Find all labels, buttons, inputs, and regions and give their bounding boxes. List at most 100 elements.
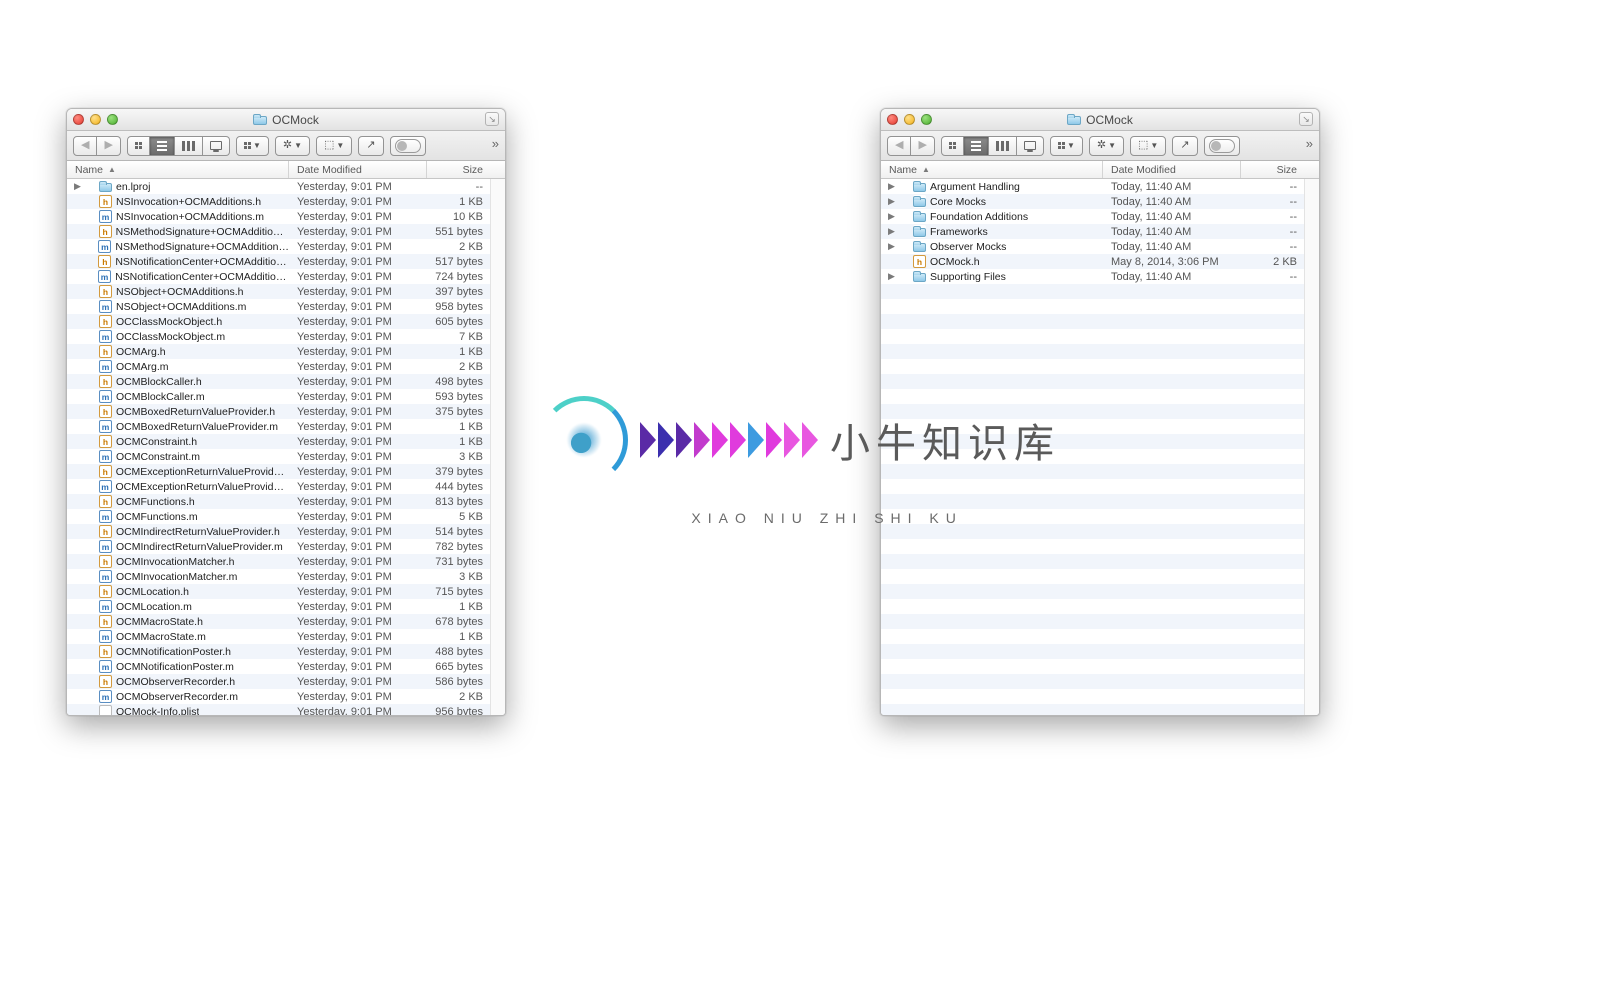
coverflow-view-button[interactable]	[1017, 136, 1044, 156]
list-view-button[interactable]	[964, 136, 989, 156]
file-row[interactable]: ▶ m OCClassMockObject.m Yesterday, 9:01 …	[67, 329, 505, 344]
column-header-name[interactable]: Name▲	[881, 161, 1103, 178]
file-row[interactable]: ▶ h OCMObserverRecorder.h Yesterday, 9:0…	[67, 674, 505, 689]
titlebar[interactable]: OCMock ↘	[881, 109, 1319, 131]
file-row[interactable]: ▶ h OCMExceptionReturnValueProvider.h Ye…	[67, 464, 505, 479]
file-row[interactable]: ▶ m NSInvocation+OCMAdditions.m Yesterda…	[67, 209, 505, 224]
vertical-scrollbar[interactable]	[490, 179, 505, 715]
empty-row	[881, 494, 1319, 509]
disclosure-triangle-icon[interactable]: ▶	[73, 181, 82, 192]
file-row[interactable]: ▶ h OCMBoxedReturnValueProvider.h Yester…	[67, 404, 505, 419]
file-row[interactable]: ▶ h OCMArg.h Yesterday, 9:01 PM 1 KB	[67, 344, 505, 359]
file-row[interactable]: ▶ en.lproj Yesterday, 9:01 PM --	[67, 179, 505, 194]
file-row[interactable]: ▶ Frameworks Today, 11:40 AM --	[881, 224, 1319, 239]
file-row[interactable]: ▶ m OCMObserverRecorder.m Yesterday, 9:0…	[67, 689, 505, 704]
coverflow-view-button[interactable]	[203, 136, 230, 156]
file-row[interactable]: ▶ m OCMMacroState.m Yesterday, 9:01 PM 1…	[67, 629, 505, 644]
sidebar-toggle-button[interactable]	[390, 136, 426, 156]
zoom-button[interactable]	[921, 114, 932, 125]
m-file-icon: m	[99, 510, 112, 523]
file-row[interactable]: ▶ h OCMIndirectReturnValueProvider.h Yes…	[67, 524, 505, 539]
close-button[interactable]	[887, 114, 898, 125]
file-row[interactable]: ▶ m OCMBoxedReturnValueProvider.m Yester…	[67, 419, 505, 434]
file-row[interactable]: ▶ h OCMFunctions.h Yesterday, 9:01 PM 81…	[67, 494, 505, 509]
arrange-button[interactable]: ▼	[1050, 136, 1083, 156]
dropbox-button[interactable]: ⬚▼	[1130, 136, 1166, 156]
disclosure-triangle-icon[interactable]: ▶	[887, 181, 896, 192]
titlebar[interactable]: OCMock ↘	[67, 109, 505, 131]
minimize-button[interactable]	[90, 114, 101, 125]
list-view-button[interactable]	[150, 136, 175, 156]
file-row[interactable]: ▶ h NSNotificationCenter+OCMAdditions.h …	[67, 254, 505, 269]
icon-view-button[interactable]	[941, 136, 964, 156]
file-row[interactable]: ▶ m OCMBlockCaller.m Yesterday, 9:01 PM …	[67, 389, 505, 404]
column-header-size[interactable]: Size	[427, 161, 505, 178]
file-row[interactable]: ▶ h OCMMacroState.h Yesterday, 9:01 PM 6…	[67, 614, 505, 629]
file-row[interactable]: ▶ m OCMConstraint.m Yesterday, 9:01 PM 3…	[67, 449, 505, 464]
file-row[interactable]: ▶ Core Mocks Today, 11:40 AM --	[881, 194, 1319, 209]
file-row[interactable]: ▶ h NSInvocation+OCMAdditions.h Yesterda…	[67, 194, 505, 209]
file-row[interactable]: ▶ Argument Handling Today, 11:40 AM --	[881, 179, 1319, 194]
minimize-button[interactable]	[904, 114, 915, 125]
column-view-button[interactable]	[175, 136, 203, 156]
action-button[interactable]: ✲▼	[275, 136, 310, 156]
file-row[interactable]: ▶ OCMock-Info.plist Yesterday, 9:01 PM 9…	[67, 704, 505, 715]
file-row[interactable]: ▶ m OCMLocation.m Yesterday, 9:01 PM 1 K…	[67, 599, 505, 614]
share-button[interactable]: ↗	[1172, 136, 1197, 156]
disclosure-triangle-icon[interactable]: ▶	[887, 241, 896, 252]
file-row[interactable]: ▶ m NSNotificationCenter+OCMAdditions.m …	[67, 269, 505, 284]
back-button[interactable]: ◀	[73, 136, 97, 156]
file-row[interactable]: ▶ Foundation Additions Today, 11:40 AM -…	[881, 209, 1319, 224]
file-row[interactable]: ▶ h OCMBlockCaller.h Yesterday, 9:01 PM …	[67, 374, 505, 389]
disclosure-triangle-icon[interactable]: ▶	[887, 211, 896, 222]
column-header-date[interactable]: Date Modified	[1103, 161, 1241, 178]
file-row[interactable]: ▶ m OCMNotificationPoster.m Yesterday, 9…	[67, 659, 505, 674]
file-name: OCMArg.m	[116, 361, 169, 373]
disclosure-triangle-icon[interactable]: ▶	[887, 271, 896, 282]
column-header-name[interactable]: Name▲	[67, 161, 289, 178]
forward-button[interactable]: ▶	[97, 136, 120, 156]
file-row[interactable]: ▶ h NSMethodSignature+OCMAdditions.h Yes…	[67, 224, 505, 239]
file-row[interactable]: ▶ m OCMExceptionReturnValueProvider.m Ye…	[67, 479, 505, 494]
file-date: Today, 11:40 AM	[1103, 226, 1241, 238]
file-row[interactable]: ▶ m OCMArg.m Yesterday, 9:01 PM 2 KB	[67, 359, 505, 374]
toolbar-overflow-button[interactable]: »	[1306, 136, 1313, 151]
chevron-down-icon: ▼	[1150, 142, 1158, 150]
icon-view-button[interactable]	[127, 136, 150, 156]
view-mode-segment	[941, 136, 1044, 156]
column-view-button[interactable]	[989, 136, 1017, 156]
column-header-date[interactable]: Date Modified	[289, 161, 427, 178]
file-row[interactable]: ▶ h OCClassMockObject.h Yesterday, 9:01 …	[67, 314, 505, 329]
file-row[interactable]: ▶ h OCMConstraint.h Yesterday, 9:01 PM 1…	[67, 434, 505, 449]
file-row[interactable]: ▶ Supporting Files Today, 11:40 AM --	[881, 269, 1319, 284]
file-row[interactable]: ▶ h OCMock.h May 8, 2014, 3:06 PM 2 KB	[881, 254, 1319, 269]
file-row[interactable]: ▶ h OCMLocation.h Yesterday, 9:01 PM 715…	[67, 584, 505, 599]
file-row[interactable]: ▶ m OCMInvocationMatcher.m Yesterday, 9:…	[67, 569, 505, 584]
disclosure-triangle-icon[interactable]: ▶	[887, 226, 896, 237]
sidebar-toggle-button[interactable]	[1204, 136, 1240, 156]
file-row[interactable]: ▶ m OCMFunctions.m Yesterday, 9:01 PM 5 …	[67, 509, 505, 524]
file-row[interactable]: ▶ h OCMInvocationMatcher.h Yesterday, 9:…	[67, 554, 505, 569]
action-button[interactable]: ✲▼	[1089, 136, 1124, 156]
disclosure-triangle-icon[interactable]: ▶	[887, 196, 896, 207]
proxy-icon-button[interactable]: ↘	[485, 112, 499, 126]
file-row[interactable]: ▶ m NSMethodSignature+OCMAdditions.m Yes…	[67, 239, 505, 254]
arrange-button[interactable]: ▼	[236, 136, 269, 156]
back-button[interactable]: ◀	[887, 136, 911, 156]
file-row[interactable]: ▶ m OCMIndirectReturnValueProvider.m Yes…	[67, 539, 505, 554]
column-header-size[interactable]: Size	[1241, 161, 1319, 178]
vertical-scrollbar[interactable]	[1304, 179, 1319, 715]
zoom-button[interactable]	[107, 114, 118, 125]
toolbar-overflow-button[interactable]: »	[492, 136, 499, 151]
file-row[interactable]: ▶ h OCMNotificationPoster.h Yesterday, 9…	[67, 644, 505, 659]
empty-row	[881, 599, 1319, 614]
dropbox-button[interactable]: ⬚▼	[316, 136, 352, 156]
file-row[interactable]: ▶ Observer Mocks Today, 11:40 AM --	[881, 239, 1319, 254]
share-button[interactable]: ↗	[358, 136, 383, 156]
close-button[interactable]	[73, 114, 84, 125]
proxy-icon-button[interactable]: ↘	[1299, 112, 1313, 126]
file-row[interactable]: ▶ h NSObject+OCMAdditions.h Yesterday, 9…	[67, 284, 505, 299]
file-row[interactable]: ▶ m NSObject+OCMAdditions.m Yesterday, 9…	[67, 299, 505, 314]
forward-button[interactable]: ▶	[911, 136, 934, 156]
grid-icon	[949, 142, 956, 149]
